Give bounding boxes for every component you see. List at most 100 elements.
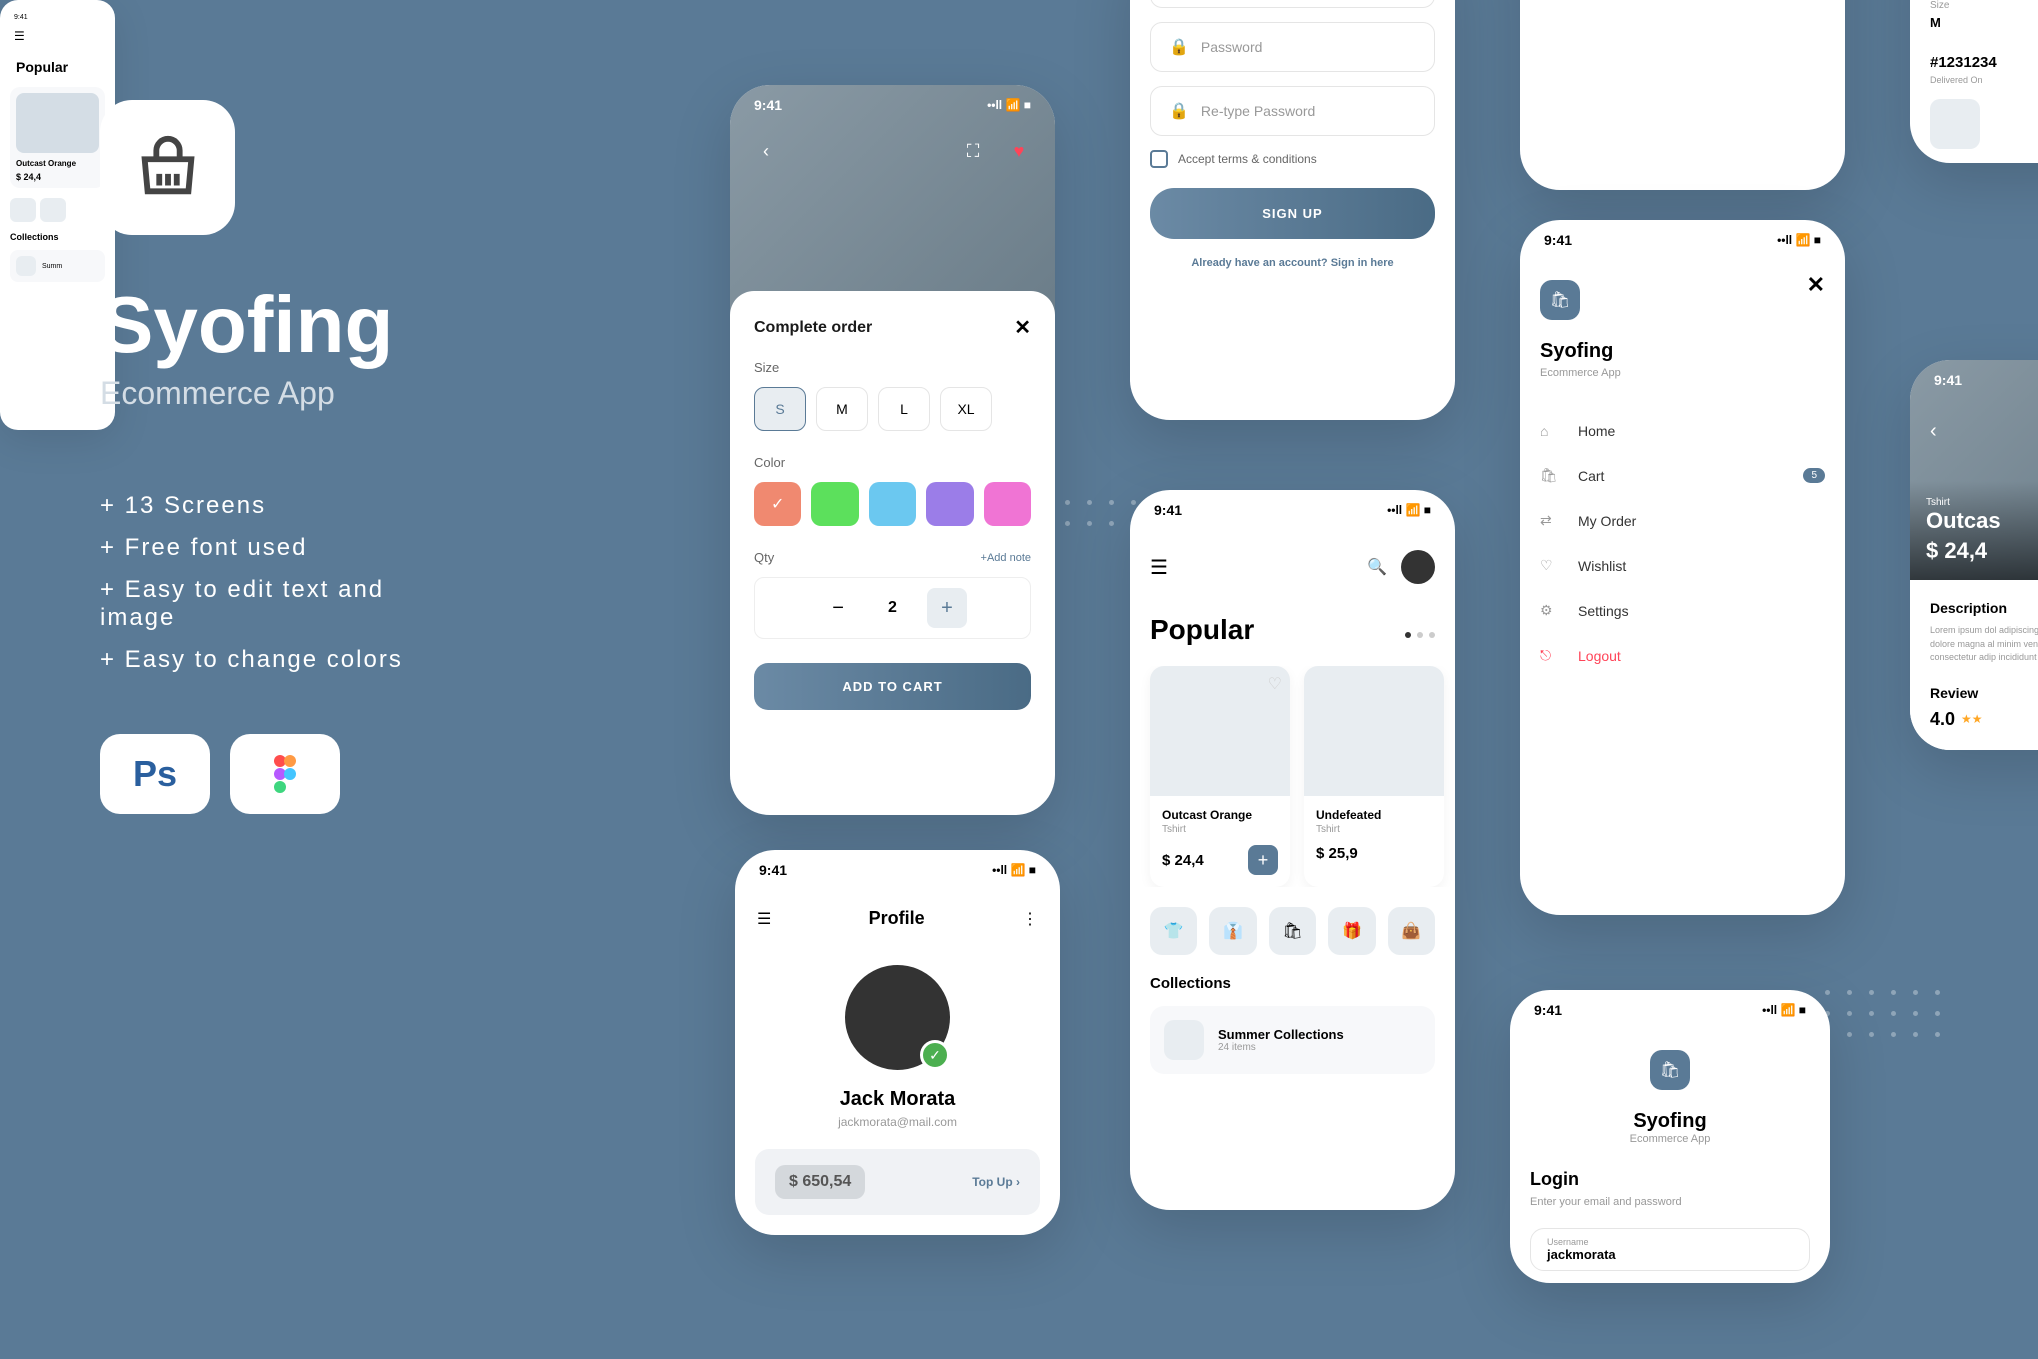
sheet-title: Complete order	[754, 319, 872, 337]
product-name: Outcas	[1926, 508, 2038, 534]
back-button[interactable]: ‹	[750, 135, 782, 167]
status-bar: 9:41 ••ll 📶 ■	[1130, 490, 1455, 530]
menu-icon[interactable]: ☰	[757, 909, 771, 929]
phone-popular-overlay: 9:41 ☰ Popular Outcast Orange $ 24,4 Col…	[0, 0, 115, 430]
popover-product[interactable]: Outcast Orange $ 24,4	[10, 87, 105, 188]
product-image	[16, 93, 99, 153]
menu-item-logout[interactable]: ⎋Logout	[1520, 633, 1845, 678]
size-label: Size	[754, 360, 1031, 375]
color-swatch[interactable]	[811, 482, 858, 526]
category-icon[interactable]: 👕	[1150, 907, 1197, 955]
phone-product-detail: 9:41 ‹ Tshirt Outcas $ 24,4 Description …	[1910, 360, 2038, 750]
collection-card[interactable]: Summ	[10, 250, 105, 282]
size-option-l[interactable]: L	[878, 387, 930, 431]
color-swatch[interactable]	[984, 482, 1031, 526]
lock-icon: 🔒	[1169, 37, 1189, 57]
figma-badge	[230, 734, 340, 814]
popover-title: Popular	[16, 59, 99, 75]
add-to-cart-button[interactable]: ADD TO CART	[754, 663, 1031, 710]
menu-item-settings[interactable]: ⚙Settings	[1520, 588, 1845, 633]
product-card[interactable]: Undefeated Tshirt $ 25,9	[1304, 666, 1444, 887]
features-list: + 13 Screens + Free font used + Easy to …	[100, 492, 450, 674]
phone-profile: 9:41 ••ll 📶 ■ ☰ Profile ⋮ ✓ Jack Morata …	[735, 850, 1060, 1235]
star-icons: ★★	[1961, 712, 1983, 726]
status-icons: ••ll 📶 ■	[987, 98, 1031, 112]
topup-link[interactable]: Top Up ›	[972, 1175, 1020, 1189]
collection-card[interactable]: Summer Collections 24 items	[1150, 1006, 1435, 1074]
product-price: $ 24,4	[1926, 538, 2038, 564]
retype-password-field[interactable]: 🔒 Re-type Password	[1150, 86, 1435, 136]
order-status: Delivered On	[1910, 75, 2038, 85]
size-option-m[interactable]: M	[816, 387, 868, 431]
phone-order-detail: Size M #1231234 Delivered On	[1910, 0, 2038, 163]
heart-icon[interactable]: ♡	[1268, 674, 1282, 694]
logout-icon: ⎋	[1540, 647, 1560, 664]
profile-name: Jack Morata	[735, 1088, 1060, 1111]
close-icon[interactable]: ✕	[1014, 315, 1031, 340]
terms-checkbox[interactable]	[1150, 150, 1168, 168]
cart-item[interactable]: Skull Peace Tshirt $ 21,1	[1690, 0, 1834, 10]
brand-title: Syofing	[100, 285, 450, 365]
menu-icon[interactable]: ☰	[1150, 555, 1168, 580]
product-card[interactable]: ♡ Outcast Orange Tshirt $ 24,4 +	[1150, 666, 1290, 887]
email-field[interactable]: @ Email	[1150, 0, 1435, 8]
color-label: Color	[754, 455, 1031, 470]
size-value: M	[1910, 11, 2038, 34]
add-button[interactable]: +	[1248, 845, 1278, 875]
back-button[interactable]: ‹	[1930, 420, 1937, 443]
menu-item-wishlist[interactable]: ♡Wishlist	[1520, 543, 1845, 588]
heart-icon[interactable]: ♥	[1003, 135, 1035, 167]
description-text: Lorem ipsum dol adipiscing elit, s dolor…	[1930, 624, 2038, 665]
menu-item-cart[interactable]: 🛍Cart5	[1520, 453, 1845, 498]
profile-avatar[interactable]: ✓	[845, 965, 950, 1070]
avatar[interactable]	[1401, 550, 1435, 584]
category-icon[interactable]: 🛍	[1269, 907, 1316, 955]
menu-subtitle: Ecommerce App	[1520, 367, 1845, 409]
menu-item-order[interactable]: ⇄My Order	[1520, 498, 1845, 543]
qty-value: 2	[888, 599, 897, 617]
category-icon[interactable]	[40, 198, 66, 222]
close-icon[interactable]: ✕	[1807, 272, 1825, 298]
add-note-link[interactable]: +Add note	[981, 552, 1031, 564]
category-icon[interactable]: 👜	[1388, 907, 1435, 955]
qty-label: Qty	[754, 550, 774, 565]
phone-menu: 9:41 ••ll 📶 ■ ✕ 🛍 Syofing Ecommerce App …	[1520, 220, 1845, 915]
menu-logo: 🛍	[1540, 280, 1580, 320]
product-name: Undefeated	[1316, 808, 1432, 822]
login-brand: Syofing	[1510, 1110, 1830, 1133]
qty-minus-button[interactable]: −	[818, 588, 858, 628]
phone-login: 9:41 ••ll 📶 ■ 🛍 Syofing Ecommerce App Lo…	[1510, 990, 1830, 1283]
cart-item[interactable]: Blue Light Watch Accecories $ 56,2	[1532, 0, 1676, 10]
pagination-dots	[1405, 632, 1435, 638]
status-bar: 9:41 ••ll 📶 ■	[1520, 220, 1845, 260]
category-icon[interactable]: 👔	[1209, 907, 1256, 955]
menu-item-home[interactable]: ⌂Home	[1520, 409, 1845, 453]
color-swatch[interactable]	[926, 482, 973, 526]
color-swatch[interactable]	[869, 482, 916, 526]
balance-card: $ 650,54 Top Up ›	[755, 1149, 1040, 1215]
marketing-panel: Syofing Ecommerce App + 13 Screens + Fre…	[100, 100, 450, 814]
popular-title: Popular	[1130, 604, 1274, 666]
balance-amount: $ 650,54	[775, 1165, 865, 1199]
search-icon[interactable]: 🔍	[1367, 557, 1387, 577]
qty-plus-button[interactable]: +	[927, 588, 967, 628]
login-subtitle: Ecommerce App	[1510, 1133, 1830, 1145]
expand-icon[interactable]: ⛶	[957, 135, 989, 167]
color-swatch[interactable]: ✓	[754, 482, 801, 526]
signin-link[interactable]: Sign in here	[1331, 257, 1394, 269]
username-field[interactable]: Username jackmorata	[1530, 1228, 1810, 1271]
more-icon[interactable]: ⋮	[1022, 909, 1038, 929]
signup-button[interactable]: SIGN UP	[1150, 188, 1435, 239]
size-option-xl[interactable]: XL	[940, 387, 992, 431]
category-icon[interactable]: 🎁	[1328, 907, 1375, 955]
size-option-s[interactable]: S	[754, 387, 806, 431]
username-value: jackmorata	[1547, 1247, 1793, 1262]
phone-cart: Blue Light Watch Accecories $ 56,2 Skull…	[1520, 0, 1845, 190]
category-icon[interactable]	[10, 198, 36, 222]
profile-title: Profile	[869, 908, 925, 929]
password-field[interactable]: 🔒 Password	[1150, 22, 1435, 72]
app-logo	[100, 100, 235, 235]
collections-title: Collections	[1130, 975, 1455, 1006]
feature-item: + Easy to change colors	[100, 646, 450, 674]
photoshop-badge: Ps	[100, 734, 210, 814]
